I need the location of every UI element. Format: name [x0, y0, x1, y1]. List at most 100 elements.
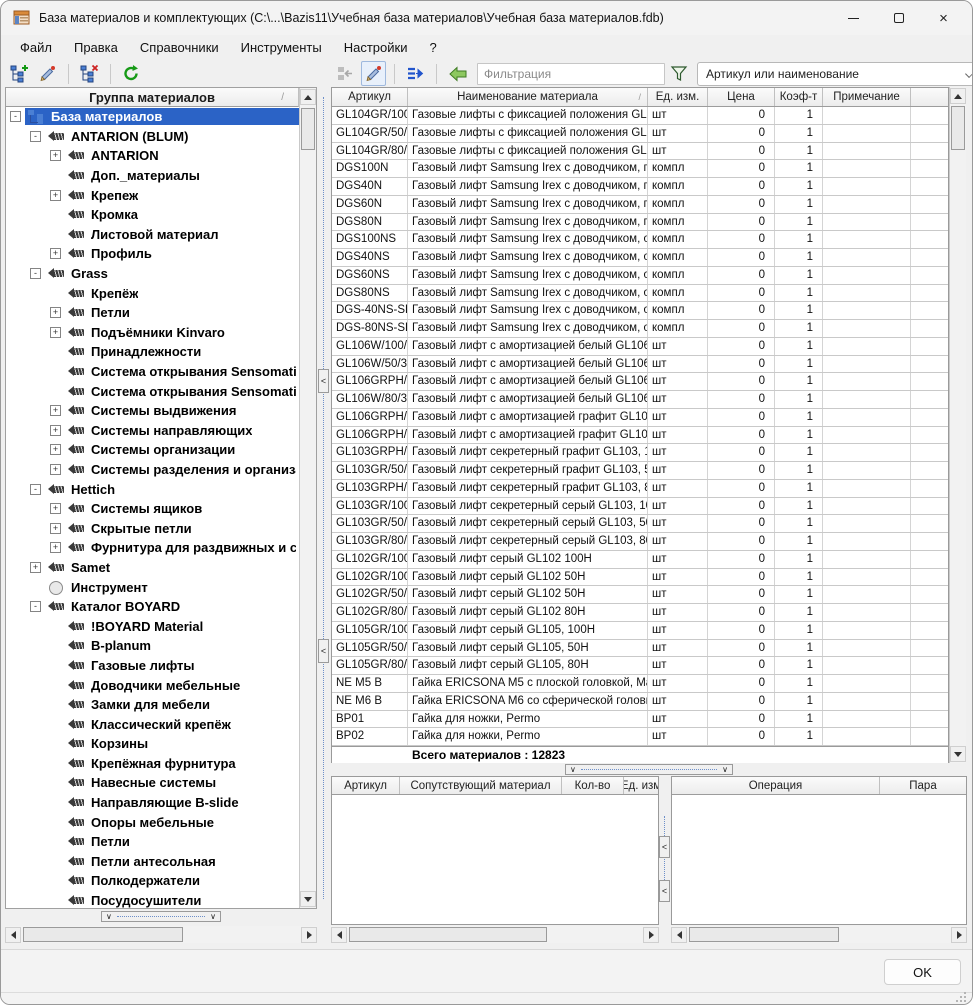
expander-icon[interactable]: -	[10, 111, 21, 122]
tree-header[interactable]: Группа материалов /	[6, 88, 299, 107]
expander-icon[interactable]: +	[50, 150, 61, 161]
edit-group-button[interactable]	[35, 61, 60, 86]
table-row[interactable]: DGS40NS Газовый лифт Samsung Irex с дово…	[332, 249, 948, 267]
collapse-left-button[interactable]: <	[659, 836, 670, 858]
expander-icon[interactable]: +	[50, 327, 61, 338]
col-unit[interactable]: Ед. изм	[624, 777, 658, 794]
expander-icon[interactable]: +	[50, 405, 61, 416]
table-row[interactable]: DGS80N Газовый лифт Samsung Irex с довод…	[332, 214, 948, 232]
table-row[interactable]: GL103GR/100/3 Газовый лифт секретерный с…	[332, 498, 948, 516]
scroll-right-button[interactable]	[951, 927, 967, 943]
scrollbar-thumb[interactable]	[951, 106, 965, 150]
table-row[interactable]: GL106GRPH/100/3 Газовый лифт с амортизац…	[332, 409, 948, 427]
tree-item[interactable]: + Фурнитура для раздвижных и с	[6, 538, 299, 558]
scroll-left-button[interactable]	[5, 927, 21, 943]
table-row[interactable]: GL106W/100/3 Газовый лифт с амортизацией…	[332, 338, 948, 356]
expander-icon[interactable]: -	[30, 268, 41, 279]
table-row[interactable]: DGS60NS Газовый лифт Samsung Irex с дово…	[332, 267, 948, 285]
scrollbar-thumb[interactable]	[23, 927, 183, 942]
bottom-splitter[interactable]: < <	[659, 776, 671, 942]
tree-item[interactable]: B-planum	[6, 636, 299, 656]
col-quantity[interactable]: Кол-во	[562, 777, 624, 794]
scroll-left-button[interactable]	[331, 927, 347, 943]
move-material-button[interactable]	[403, 61, 428, 86]
table-row[interactable]: GL102GR/50/3 Газовый лифт серый GL102 50…	[332, 586, 948, 604]
add-material-button[interactable]	[333, 61, 358, 86]
table-row[interactable]: GL103GR/80/3 Газовый лифт секретерный се…	[332, 533, 948, 551]
tree-vertical-scrollbar[interactable]	[299, 88, 316, 908]
table-row[interactable]: GL103GR/50/3 Газовый лифт секретерный гр…	[332, 462, 948, 480]
tree-item[interactable]: + Профиль	[6, 244, 299, 264]
table-row[interactable]: NE M6 B Гайка ERICSONA M6 со сферической…	[332, 693, 948, 711]
col-price[interactable]: Цена	[708, 88, 775, 106]
tree-item[interactable]: Петли	[6, 832, 299, 852]
scroll-down-button[interactable]	[300, 891, 316, 907]
tree-item[interactable]: Корзины	[6, 734, 299, 754]
col-artikul[interactable]: Артикул	[332, 88, 408, 106]
expander-icon[interactable]: +	[50, 190, 61, 201]
menu-item-help[interactable]: ?	[418, 38, 447, 57]
maximize-button[interactable]	[876, 1, 921, 35]
filter-mode-select[interactable]: Артикул или наименование	[697, 62, 973, 86]
table-row[interactable]: DGS80NS Газовый лифт Samsung Irex с дово…	[332, 285, 948, 303]
col-note[interactable]: Примечание	[823, 88, 911, 106]
scrollbar-thumb[interactable]	[689, 927, 839, 942]
table-row[interactable]: DGS100NS Газовый лифт Samsung Irex с дов…	[332, 231, 948, 249]
tree-item[interactable]: + ANTARION	[6, 146, 299, 166]
tree-item[interactable]: Замки для мебели	[6, 695, 299, 715]
scroll-up-button[interactable]	[950, 88, 966, 104]
delete-group-button[interactable]	[77, 61, 102, 86]
tree-item[interactable]: Петли антесольная	[6, 852, 299, 872]
tree-item[interactable]: - Каталог BOYARD	[6, 597, 299, 617]
table-row[interactable]: GL106GRPH/50/3 Газовый лифт с амортизаци…	[332, 427, 948, 445]
table-row[interactable]: GL104GR/80/3 Газовые лифты с фиксацией п…	[332, 143, 948, 161]
table-row[interactable]: GL102GR/80/3 Газовый лифт серый GL102 80…	[332, 604, 948, 622]
tree-item[interactable]: Система открывания Sensomatic	[6, 362, 299, 382]
tree-item[interactable]: Посудосушители	[6, 891, 299, 908]
col-name[interactable]: Наименование материала/	[408, 88, 648, 106]
tree-item[interactable]: Листовой материал	[6, 225, 299, 245]
tree-item[interactable]: Система открывания Sensomatic	[6, 381, 299, 401]
table-row[interactable]: BP01 Гайка для ножки, Permo шт 0 1	[332, 711, 948, 729]
table-row[interactable]: DGS-80NS-SHO Газовый лифт Samsung Irex с…	[332, 320, 948, 338]
table-row[interactable]: GL106W/80/3 Газовый лифт с амортизацией …	[332, 391, 948, 409]
close-button[interactable]: ×	[921, 1, 966, 35]
panel-splitter[interactable]: < <	[317, 87, 331, 909]
table-row[interactable]: DGS-40NS-SHO Газовый лифт Samsung Irex с…	[332, 302, 948, 320]
col-operation[interactable]: Операция	[672, 777, 880, 794]
tree-item[interactable]: Полкодержатели	[6, 871, 299, 891]
minimize-button[interactable]	[831, 1, 876, 35]
scroll-left-button[interactable]	[671, 927, 687, 943]
tree-item[interactable]: + Системы выдвижения	[6, 401, 299, 421]
resize-grip-icon[interactable]	[954, 990, 966, 1002]
menu-item-edit[interactable]: Правка	[63, 38, 129, 57]
table-row[interactable]: GL106GRPH/80/3 Газовый лифт с амортизаци…	[332, 373, 948, 391]
expander-icon[interactable]: -	[30, 131, 41, 142]
related-table-scrollbar[interactable]	[331, 926, 659, 943]
tree-item[interactable]: Классический крепёж	[6, 714, 299, 734]
expander-icon[interactable]: +	[50, 542, 61, 553]
table-vertical-scrollbar[interactable]	[949, 87, 966, 763]
tree-item[interactable]: Направляющие B-slide	[6, 793, 299, 813]
tree-horizontal-scrollbar[interactable]	[5, 926, 317, 943]
tree-item[interactable]: Навесные системы	[6, 773, 299, 793]
table-splitter[interactable]: ∨∨	[331, 763, 967, 776]
tree-item[interactable]: Инструмент	[6, 577, 299, 597]
expander-icon[interactable]: +	[50, 503, 61, 514]
col-parameters[interactable]: Пара	[880, 777, 966, 794]
table-row[interactable]: GL103GRPH/100/3 Газовый лифт секретерный…	[332, 444, 948, 462]
tree-item[interactable]: Крепёж	[6, 283, 299, 303]
tree-item[interactable]: Принадлежности	[6, 342, 299, 362]
collapse-left-button[interactable]: <	[659, 880, 670, 902]
table-row[interactable]: GL103GR/50/3 Газовый лифт секретерный се…	[332, 515, 948, 533]
scroll-right-button[interactable]	[643, 927, 659, 943]
expander-icon[interactable]: +	[50, 523, 61, 534]
menu-item-references[interactable]: Справочники	[129, 38, 230, 57]
tree-item[interactable]: - Hettich	[6, 479, 299, 499]
table-row[interactable]: DGS100N Газовый лифт Samsung Irex с дово…	[332, 160, 948, 178]
scrollbar-thumb[interactable]	[349, 927, 547, 942]
menu-item-file[interactable]: Файл	[9, 38, 63, 57]
tree-item[interactable]: + Системы организации	[6, 440, 299, 460]
operations-table-scrollbar[interactable]	[671, 926, 967, 943]
tree-item[interactable]: !BOYARD Material	[6, 616, 299, 636]
